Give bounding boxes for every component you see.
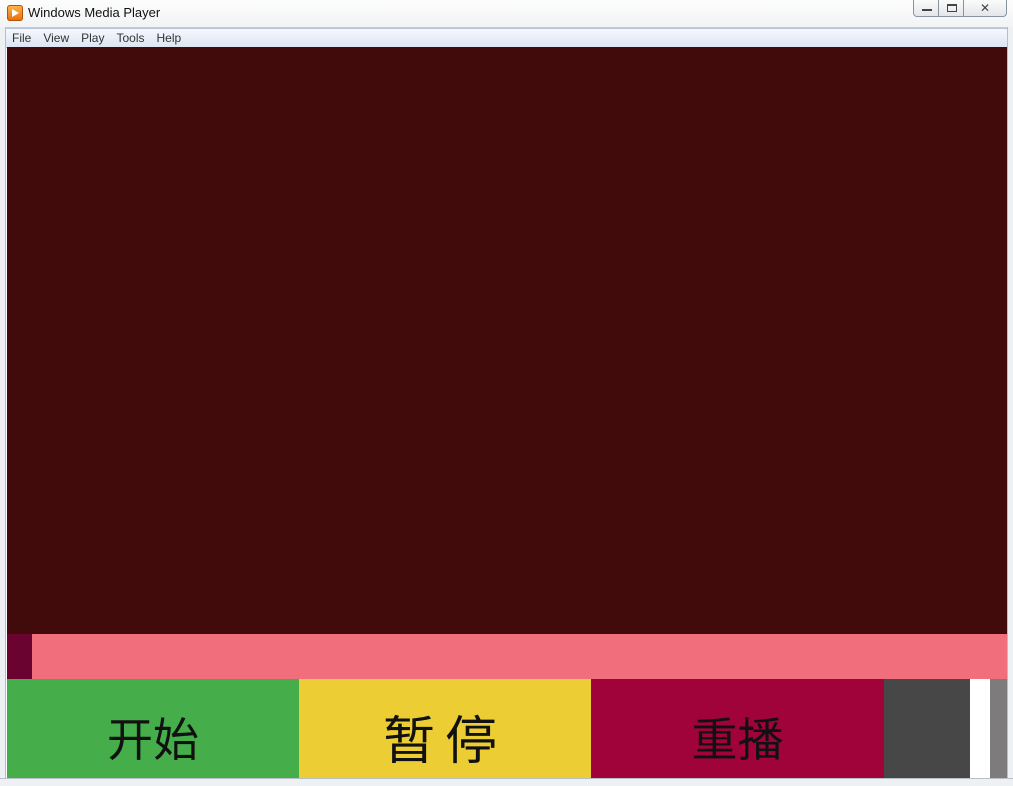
- close-button[interactable]: ✕: [963, 0, 1007, 17]
- window-controls: ✕: [913, 0, 1007, 18]
- maximize-button[interactable]: [938, 0, 964, 17]
- window-frame-bottom: [0, 778, 1013, 786]
- media-player-app-icon: [7, 5, 23, 21]
- menu-bar: File View Play Tools Help: [6, 28, 1007, 48]
- playback-controls: 开始 暂停 重播: [7, 679, 1007, 778]
- progress-bar[interactable]: [7, 634, 1007, 679]
- progress-bar-fill: [7, 634, 32, 679]
- video-display[interactable]: [7, 47, 1007, 634]
- pause-button[interactable]: 暂停: [299, 679, 591, 778]
- start-button[interactable]: 开始: [7, 679, 299, 778]
- media-player-window: Windows Media Player ✕ File View Play To…: [0, 0, 1013, 786]
- window-title: Windows Media Player: [28, 5, 161, 20]
- start-button-label: 开始: [107, 712, 199, 767]
- volume-slider[interactable]: [884, 679, 1007, 778]
- volume-slider-remaining: [990, 679, 1007, 778]
- replay-button-label: 重播: [691, 712, 784, 767]
- title-bar[interactable]: Windows Media Player ✕: [0, 0, 1013, 28]
- window-frame-right: [1007, 27, 1013, 786]
- menu-play[interactable]: Play: [75, 29, 110, 47]
- minimize-button[interactable]: [913, 0, 939, 17]
- volume-slider-thumb[interactable]: [970, 679, 991, 778]
- menu-view[interactable]: View: [37, 29, 75, 47]
- menu-help[interactable]: Help: [151, 29, 188, 47]
- close-icon: ✕: [979, 1, 991, 15]
- replay-button[interactable]: 重播: [591, 679, 884, 778]
- window-frame-left: [0, 27, 6, 786]
- menu-tools[interactable]: Tools: [110, 29, 150, 47]
- minimize-icon: [914, 0, 938, 16]
- menu-file[interactable]: File: [6, 29, 37, 47]
- pause-button-label: 暂停: [382, 712, 507, 772]
- restore-icon: [939, 0, 963, 16]
